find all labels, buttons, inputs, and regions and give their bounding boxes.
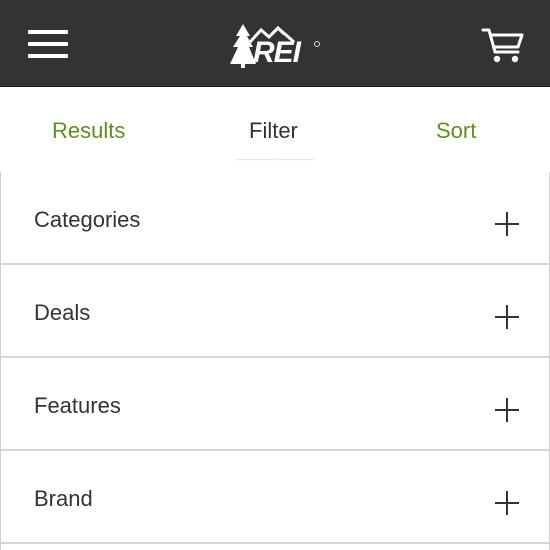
plus-icon[interactable] <box>495 305 519 329</box>
rei-logo[interactable]: REI <box>226 20 326 70</box>
hamburger-menu-icon[interactable] <box>20 22 76 66</box>
filter-label: Brand <box>34 486 93 511</box>
plus-icon[interactable] <box>495 212 519 236</box>
plus-icon[interactable] <box>495 491 519 515</box>
active-tab-indicator <box>235 158 315 160</box>
filter-row-categories[interactable]: Categories <box>1 172 550 265</box>
filter-row-deals[interactable]: Deals <box>1 265 550 358</box>
filter-list: Categories Deals Features Brand <box>0 172 550 550</box>
logo-text: REI <box>253 36 301 69</box>
plus-icon[interactable] <box>495 398 519 422</box>
top-navigation-bar: REI <box>0 0 550 87</box>
filter-label: Features <box>34 393 121 418</box>
filter-row-brand[interactable]: Brand <box>1 451 550 544</box>
filter-row-features[interactable]: Features <box>1 358 550 451</box>
tab-filter[interactable]: Filter <box>249 117 298 145</box>
tab-results[interactable]: Results <box>52 117 125 145</box>
filter-screen: REI Results Filter Sort Categories Deals <box>0 0 550 550</box>
tab-sort[interactable]: Sort <box>436 117 476 145</box>
shopping-cart-icon[interactable] <box>480 24 528 66</box>
filter-label: Deals <box>34 300 91 325</box>
filter-label: Categories <box>34 207 141 232</box>
